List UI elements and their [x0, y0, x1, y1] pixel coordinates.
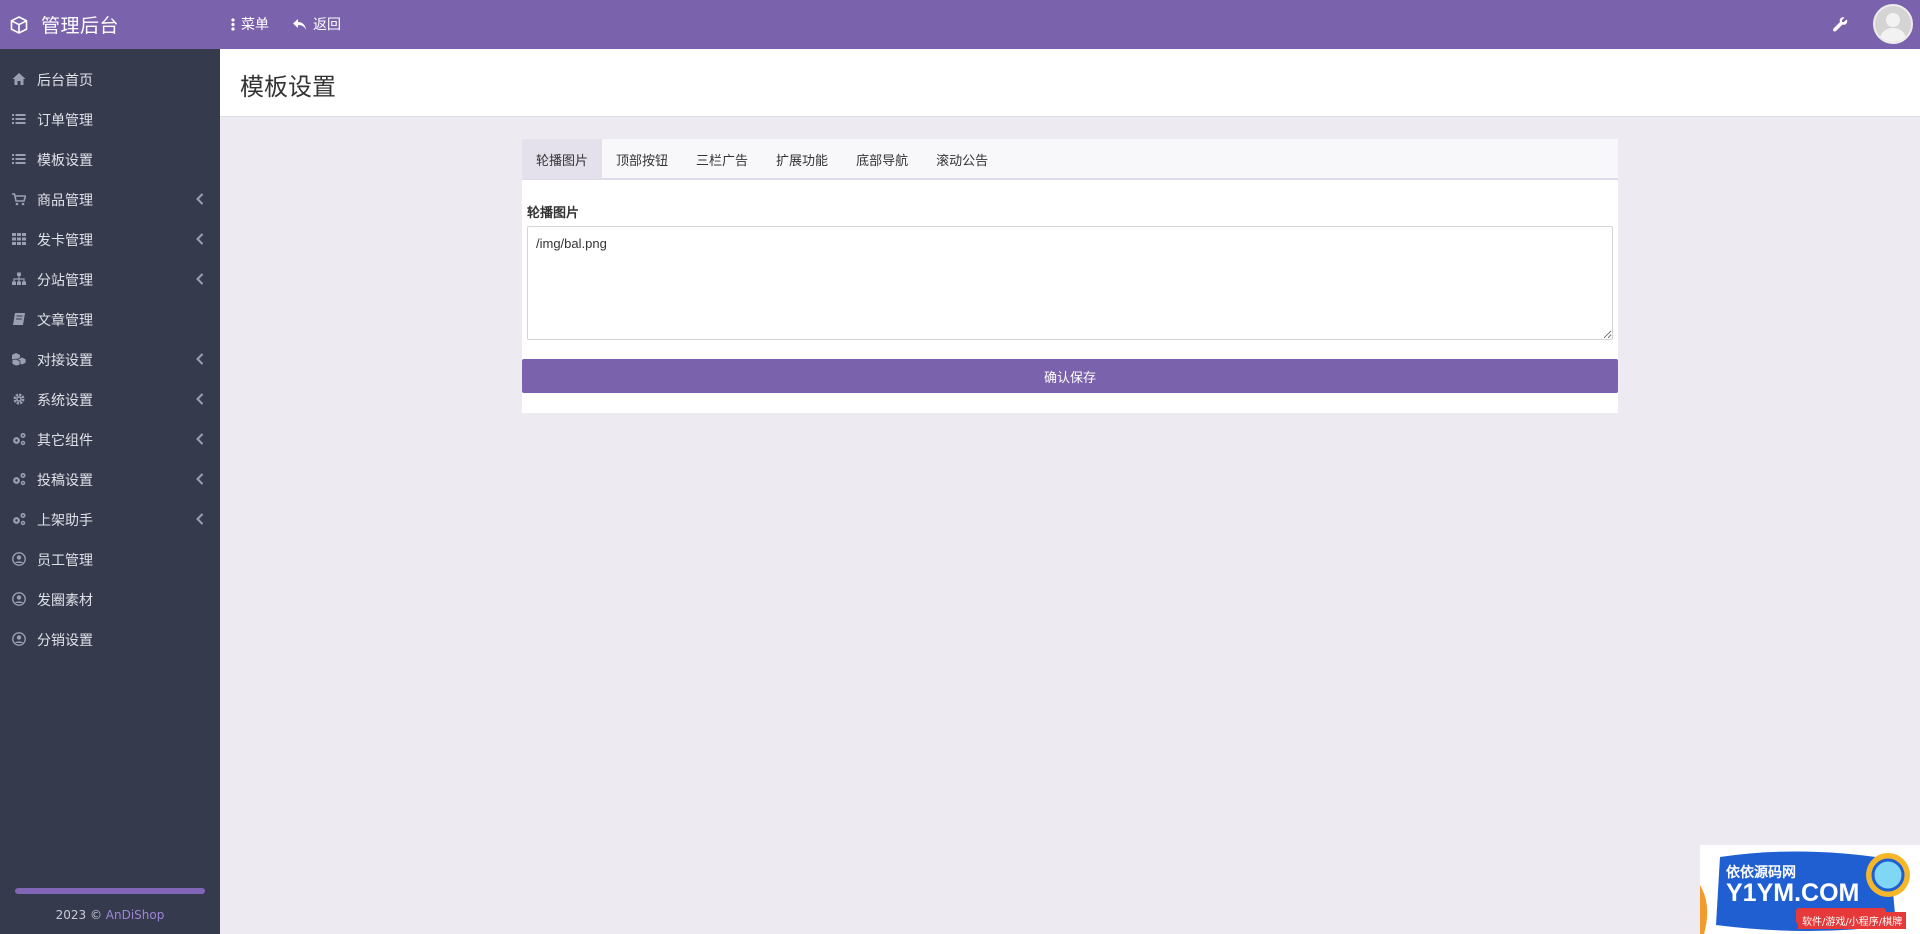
sidebar-item-label: 分站管理: [37, 273, 93, 289]
gear-icon: [13, 393, 25, 405]
sidebar-item-label: 分销设置: [37, 633, 93, 649]
tab[interactable]: 滚动公告: [922, 139, 1002, 179]
sitemap-icon: [12, 272, 26, 285]
settings-panel: 轮播图片 顶部按钮 三栏广告 扩展功能 底部导航 滚动公告 轮播图片 /img/bal.p…: [522, 139, 1618, 413]
sidebar-item[interactable]: 投稿设置: [0, 459, 220, 499]
tab[interactable]: 轮播图片: [522, 139, 603, 179]
sidebar-item[interactable]: 发圈素材: [0, 579, 220, 619]
watermark-domain: Y1YM.COM: [1726, 879, 1860, 907]
ellipsis-vertical-icon: [231, 17, 235, 31]
chevron-left-icon: [196, 433, 204, 445]
sidebar-item[interactable]: 系统设置: [0, 379, 220, 419]
sidebar-item[interactable]: 订单管理: [0, 99, 220, 139]
sidebar-item-label: 其它组件: [37, 433, 93, 449]
user-avatar-icon: [1879, 13, 1907, 42]
user-circle-icon: [12, 632, 26, 646]
list-icon: [12, 154, 26, 164]
chevron-left-icon: [196, 193, 204, 205]
chevron-left-icon: [196, 273, 204, 285]
sidebar-item[interactable]: 分站管理: [0, 259, 220, 299]
user-circle-icon: [12, 552, 26, 566]
menu-toggle-button[interactable]: 菜单: [231, 14, 269, 34]
sidebar-item[interactable]: 发卡管理: [0, 219, 220, 259]
sidebar-item[interactable]: 员工管理: [0, 539, 220, 579]
sidebar-item[interactable]: 对接设置: [0, 339, 220, 379]
cubes-icon: [12, 353, 26, 366]
sidebar-footer: 2023 © AnDiShop: [0, 908, 220, 922]
sidebar-item-label: 员工管理: [37, 553, 93, 569]
book-icon: [13, 313, 25, 325]
tab[interactable]: 扩展功能: [762, 139, 842, 179]
tab[interactable]: 顶部按钮: [602, 139, 682, 179]
sidebar-item-label: 投稿设置: [37, 473, 93, 489]
tab[interactable]: 三栏广告: [682, 139, 762, 179]
sidebar: 后台首页订单管理模板设置商品管理发卡管理分站管理文章管理对接设置系统设置其它组件…: [0, 49, 220, 934]
sidebar-item[interactable]: 文章管理: [0, 299, 220, 339]
chevron-left-icon: [196, 513, 204, 525]
sidebar-item[interactable]: 模板设置: [0, 139, 220, 179]
sidebar-item-label: 发圈素材: [37, 593, 93, 609]
wrench-icon[interactable]: [1832, 16, 1848, 32]
sidebar-item[interactable]: 上架助手: [0, 499, 220, 539]
sidebar-item-label: 系统设置: [37, 393, 93, 409]
tab-bar: 轮播图片 顶部按钮 三栏广告 扩展功能 底部导航 滚动公告: [522, 139, 1618, 180]
sidebar-item-label: 订单管理: [37, 113, 93, 129]
top-navbar: 管理后台 菜单 返回: [0, 0, 1920, 49]
back-label: 返回: [313, 17, 341, 33]
chevron-left-icon: [196, 473, 204, 485]
user-circle-icon: [12, 592, 26, 606]
carousel-images-textarea[interactable]: /img/bal.png: [527, 226, 1613, 340]
sidebar-item-label: 商品管理: [37, 193, 93, 209]
sidebar-item-label: 文章管理: [37, 313, 93, 329]
chevron-left-icon: [196, 353, 204, 365]
list-icon: [12, 114, 26, 124]
sidebar-item-label: 对接设置: [37, 353, 93, 369]
cogs-icon: [13, 433, 26, 446]
back-button[interactable]: 返回: [292, 14, 341, 34]
watermark-logo: 依依源码网 Y1YM.COM 软件/游戏/小程序/棋牌: [1700, 845, 1920, 934]
sidebar-item-label: 发卡管理: [37, 233, 93, 249]
cube-icon: [10, 15, 28, 34]
avatar[interactable]: [1873, 4, 1913, 44]
app-title: 管理后台: [41, 15, 120, 37]
reply-icon: [293, 18, 306, 30]
cart-icon: [12, 193, 26, 206]
grid-icon: [12, 233, 26, 245]
watermark-subtitle: 软件/游戏/小程序/棋牌: [1798, 912, 1907, 929]
content-header: 模板设置: [220, 49, 1920, 117]
menu-label: 菜单: [241, 17, 269, 33]
sidebar-item[interactable]: 其它组件: [0, 419, 220, 459]
chevron-left-icon: [196, 393, 204, 405]
sidebar-scrollbar[interactable]: [15, 888, 205, 894]
sidebar-item[interactable]: 后台首页: [0, 59, 220, 99]
sidebar-item[interactable]: 商品管理: [0, 179, 220, 219]
field-label: 轮播图片: [527, 206, 580, 221]
cogs-icon: [13, 513, 26, 526]
footer-link[interactable]: AnDiShop: [106, 908, 165, 922]
tab[interactable]: 底部导航: [842, 139, 922, 179]
sidebar-item[interactable]: 分销设置: [0, 619, 220, 659]
save-button[interactable]: 确认保存: [522, 359, 1618, 393]
footer-copyright: 2023 ©: [55, 908, 102, 922]
sidebar-item-label: 模板设置: [37, 153, 93, 169]
page-title: 模板设置: [240, 73, 336, 101]
sidebar-item-label: 上架助手: [37, 513, 93, 529]
chevron-left-icon: [196, 233, 204, 245]
cogs-icon: [13, 473, 26, 486]
sidebar-item-label: 后台首页: [37, 73, 93, 89]
brand[interactable]: 管理后台: [0, 0, 220, 49]
home-icon: [12, 73, 26, 85]
